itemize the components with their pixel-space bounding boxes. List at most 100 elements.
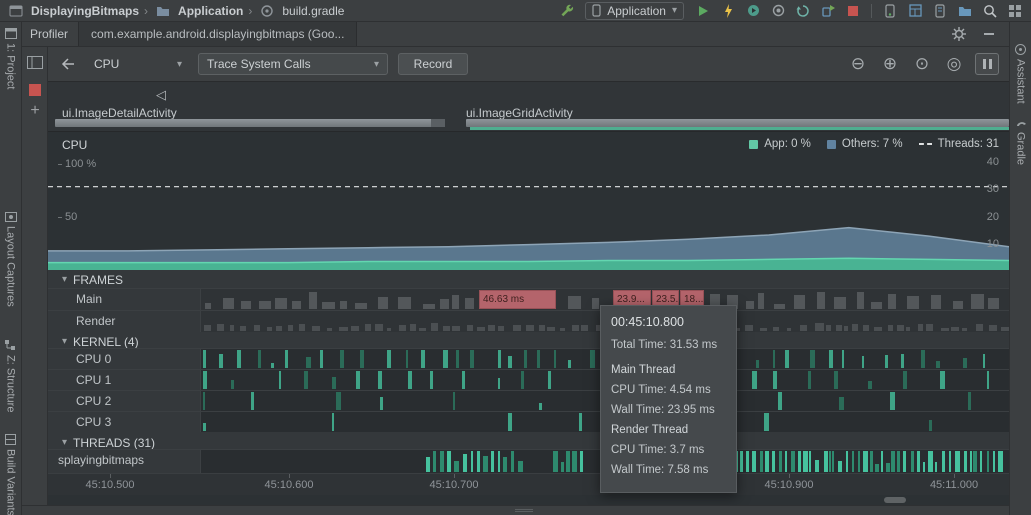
frame-bar[interactable] [230, 325, 234, 331]
frame-bar[interactable] [951, 327, 959, 331]
frame-bar[interactable] [888, 294, 896, 309]
frame-bar[interactable] [941, 328, 949, 332]
splitter-grip[interactable] [515, 509, 533, 512]
frame-bar[interactable] [745, 325, 753, 331]
frame-bar[interactable] [787, 328, 791, 331]
kernel-cpu-row[interactable]: CPU 2 [48, 390, 1009, 411]
frame-bar[interactable] [907, 296, 919, 309]
frame-bar[interactable] [399, 325, 406, 331]
new-session-button[interactable]: + [22, 104, 48, 118]
frame-bar[interactable] [254, 325, 260, 331]
frame-bar[interactable] [443, 326, 449, 331]
frame-bar[interactable] [477, 327, 485, 331]
breadcrumb-project[interactable]: DisplayingBitmaps [31, 4, 139, 18]
frame-bar[interactable] [794, 295, 805, 309]
frame-bar[interactable] [312, 326, 320, 331]
frame-bar[interactable] [931, 295, 942, 309]
stop-icon[interactable] [843, 1, 863, 21]
frame-bar[interactable] [539, 325, 545, 331]
frame-bar[interactable] [292, 301, 301, 310]
frame-bar[interactable] [989, 325, 997, 332]
logcat-icon[interactable] [930, 1, 950, 21]
sidebar-item-project[interactable]: 1: Project [0, 28, 21, 89]
frame-bar[interactable] [815, 323, 824, 331]
sidebar-item-layout-captures[interactable]: Layout Captures [0, 212, 21, 307]
apply-changes-icon[interactable] [718, 1, 738, 21]
frame-bar[interactable] [918, 324, 923, 331]
trace-type-select[interactable]: Trace System Calls ▾ [198, 53, 388, 75]
frame-bar[interactable] [351, 326, 359, 331]
kernel-section-header[interactable]: ▾ KERNEL (4) [62, 334, 139, 349]
frames-main-row[interactable]: Main 46.63 ms23.9...23.5...18.... [48, 288, 1009, 310]
frame-bar[interactable] [863, 325, 869, 331]
frame-bar[interactable] [387, 328, 391, 331]
sidebar-item-structure[interactable]: Z: Structure [0, 340, 21, 412]
frame-bar[interactable] [498, 326, 504, 331]
frame-bar[interactable] [240, 326, 246, 331]
frame-bar[interactable] [953, 301, 963, 309]
frame-bar[interactable] [857, 292, 864, 309]
frame-bar[interactable] [419, 328, 426, 331]
frame-bar[interactable] [760, 328, 767, 331]
frame-bar[interactable] [836, 325, 842, 331]
frame-bar[interactable] [758, 293, 764, 309]
pause-live-button[interactable] [975, 53, 999, 75]
kernel-cpu-row[interactable]: CPU 1 [48, 369, 1009, 390]
frame-bar[interactable] [926, 324, 933, 331]
frame-bar[interactable] [488, 325, 495, 331]
frame-bar[interactable] [205, 303, 211, 309]
breadcrumb-file[interactable]: build.gradle [282, 4, 344, 18]
frame-bar[interactable] [962, 328, 968, 332]
frame-bar[interactable] [452, 326, 460, 331]
frame-bar[interactable] [423, 304, 436, 310]
frame-bar[interactable] [592, 298, 599, 309]
profile-app-icon[interactable] [743, 1, 763, 21]
activity-lifetime-bar[interactable] [466, 119, 1009, 127]
zoom-in-icon[interactable]: ⊕ [879, 54, 901, 74]
frame-bar[interactable] [398, 297, 412, 310]
run-configuration-select[interactable]: Application ▾ [585, 2, 684, 20]
record-button[interactable]: Record [398, 53, 468, 75]
frame-bar[interactable] [327, 328, 332, 331]
kernel-cpu-row[interactable]: CPU 0 [48, 348, 1009, 369]
frame-bar[interactable] [888, 325, 893, 331]
search-icon[interactable] [980, 1, 1000, 21]
device-explorer-icon[interactable] [955, 1, 975, 21]
frame-bar[interactable] [572, 325, 579, 331]
frame-bar[interactable] [844, 326, 848, 331]
device-manager-icon[interactable] [880, 1, 900, 21]
frame-bar[interactable] [988, 298, 998, 309]
frame-bar[interactable] [288, 325, 293, 331]
frame-bar[interactable] [378, 297, 388, 310]
run-button[interactable] [693, 1, 713, 21]
frame-bar[interactable] [440, 299, 449, 309]
frame-bar[interactable] [267, 327, 272, 331]
kernel-cpu-row[interactable]: CPU 3 [48, 411, 1009, 432]
frame-bar[interactable] [299, 324, 305, 331]
frames-section-header[interactable]: ▾ FRAMES [62, 272, 123, 287]
frame-bar[interactable] [259, 301, 271, 309]
frame-bar[interactable] [897, 325, 904, 331]
sidebar-item-gradle[interactable]: Gradle [1010, 118, 1031, 165]
frame-bar[interactable] [746, 301, 755, 309]
frame-bar[interactable] [223, 298, 235, 309]
hide-panel-icon[interactable] [979, 24, 999, 44]
frame-bar[interactable] [800, 325, 807, 332]
wrench-icon[interactable] [556, 1, 576, 21]
sync-project-icon[interactable] [793, 1, 813, 21]
frame-bar[interactable] [217, 324, 224, 331]
frame-bar[interactable] [340, 301, 347, 310]
cpu-usage-chart[interactable]: CPU 100 % 50 40302010 App: 0 %Others: 7 … [48, 132, 1009, 270]
frame-bar[interactable] [834, 297, 846, 310]
activity-label[interactable]: ui.ImageGridActivity [466, 106, 573, 120]
horizontal-scrollbar[interactable] [48, 495, 1009, 505]
frame-bar[interactable] [906, 327, 911, 331]
frame-bar[interactable] [467, 325, 473, 331]
scrollbar-thumb[interactable] [884, 497, 906, 503]
frame-bar[interactable] [871, 302, 882, 309]
frame-bar[interactable] [581, 325, 588, 331]
threads-section-header[interactable]: ▾ THREADS (31) [62, 435, 155, 450]
breadcrumb-module[interactable]: Application [178, 4, 243, 18]
frame-bar[interactable] [465, 298, 474, 309]
frame-bar[interactable] [375, 324, 383, 331]
